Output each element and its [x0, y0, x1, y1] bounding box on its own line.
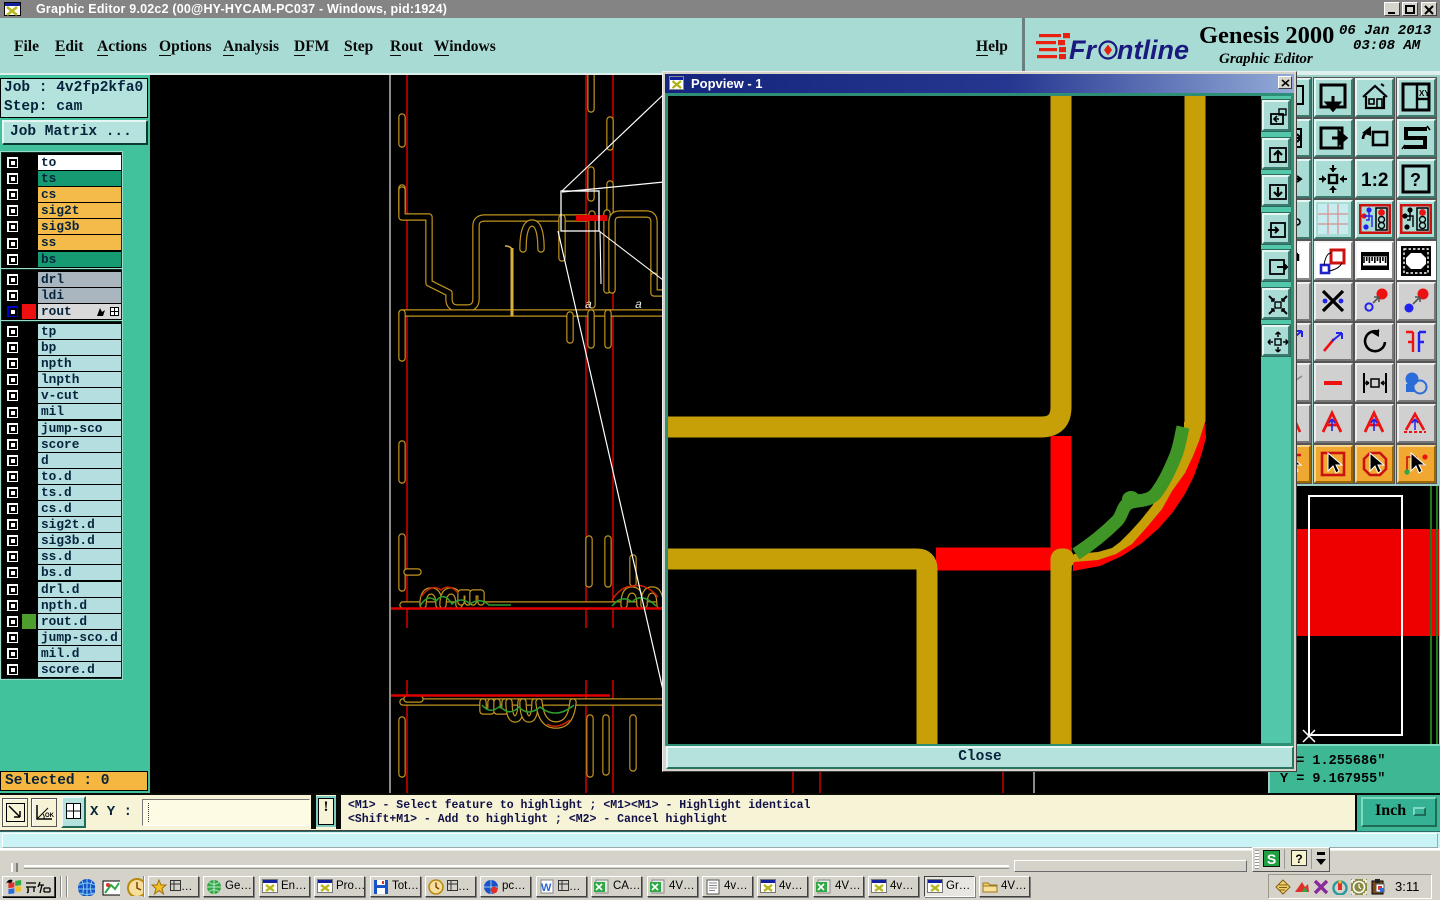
svg-text:Fr: Fr [1069, 35, 1097, 65]
svg-text:OK: OK [45, 813, 55, 819]
svg-text:a: a [585, 298, 592, 312]
svg-text:?: ? [1410, 170, 1421, 190]
svg-text:a: a [635, 298, 642, 312]
svg-text:XY: XY [1419, 89, 1430, 98]
svg-text:ntline: ntline [1117, 35, 1189, 65]
svg-text:W: W [541, 882, 552, 894]
svg-text:1:2: 1:2 [1361, 170, 1388, 190]
